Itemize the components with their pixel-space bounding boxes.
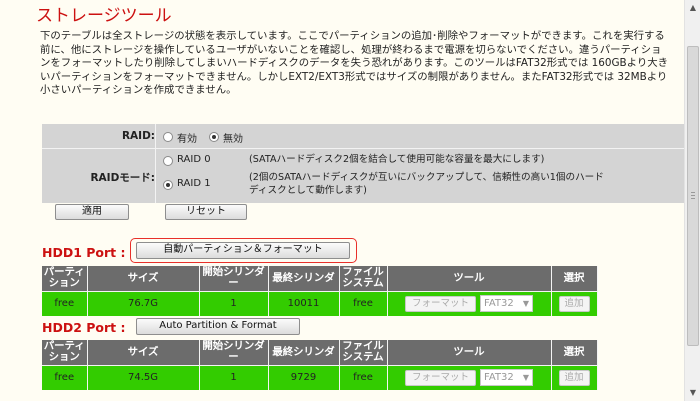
- format-button[interactable]: フォーマット: [405, 295, 476, 312]
- hdd1-table: パーティション サイズ 開始シリンダー 最終シリンダ ファイルシステム ツール …: [42, 266, 598, 316]
- raid-disable-radio[interactable]: [209, 132, 219, 142]
- col-tools: ツール: [387, 340, 552, 365]
- col-end-cylinder: 最終シリンダ: [268, 266, 340, 291]
- scroll-down-icon[interactable]: ▼: [685, 385, 700, 401]
- filesystem-cell: free: [339, 290, 388, 316]
- add-button[interactable]: 追加: [558, 295, 590, 312]
- hdd2-header-row: パーティション サイズ 開始シリンダー 最終シリンダ ファイルシステム ツール …: [42, 340, 598, 365]
- partition-cell: free: [42, 290, 88, 316]
- table-row: free 74.5G 1 9729 free フォーマット FAT32 ▼ 追加: [42, 364, 598, 390]
- grip-line: [691, 195, 695, 196]
- raid0-radio[interactable]: [163, 156, 173, 166]
- tools-cell: フォーマット FAT32 ▼: [387, 364, 552, 390]
- apply-button[interactable]: 適用: [55, 204, 129, 220]
- hdd2-table: パーティション サイズ 開始シリンダー 最終シリンダ ファイルシステム ツール …: [42, 340, 598, 390]
- raid0-label: RAID 0: [177, 154, 211, 165]
- chevron-down-icon: ▼: [522, 299, 529, 309]
- table-row: free 76.7G 1 10011 free フォーマット FAT32 ▼ 追加: [42, 290, 598, 316]
- filesystem-select-value: FAT32: [484, 298, 514, 310]
- col-start-cylinder: 開始シリンダー: [199, 340, 269, 365]
- select-cell: 追加: [551, 290, 598, 316]
- filesystem-select[interactable]: FAT32 ▼: [480, 295, 533, 313]
- hdd1-port-label: HDD1 Port :: [42, 245, 126, 260]
- raid1-radio[interactable]: [163, 180, 173, 190]
- scroll-up-icon[interactable]: ▲: [685, 0, 700, 16]
- col-select: 選択: [551, 266, 598, 291]
- raid-label: RAID:: [121, 130, 155, 142]
- format-button[interactable]: フォーマット: [405, 369, 476, 386]
- hdd2-port-label: HDD2 Port :: [42, 320, 126, 335]
- size-cell: 74.5G: [87, 364, 200, 390]
- col-size: サイズ: [87, 266, 200, 291]
- raid-mode-label: RAIDモード:: [90, 172, 155, 184]
- page-title: ストレージツール: [36, 6, 172, 26]
- size-cell: 76.7G: [87, 290, 200, 316]
- raid-disable-label: 無効: [223, 134, 243, 145]
- col-partition: パーティション: [42, 340, 88, 365]
- col-start-cylinder: 開始シリンダー: [199, 266, 269, 291]
- grip-line: [691, 192, 695, 193]
- start-cylinder-cell: 1: [199, 364, 269, 390]
- col-filesystem: ファイルシステム: [339, 340, 388, 365]
- start-cylinder-cell: 1: [199, 290, 269, 316]
- reset-button[interactable]: リセット: [165, 204, 247, 220]
- filesystem-select-value: FAT32: [484, 372, 514, 384]
- col-size: サイズ: [87, 340, 200, 365]
- raid-enable-radio[interactable]: [163, 132, 173, 142]
- filesystem-select[interactable]: FAT32 ▼: [480, 369, 533, 387]
- raid1-label: RAID 1: [177, 178, 211, 189]
- end-cylinder-cell: 10011: [268, 290, 340, 316]
- tools-cell: フォーマット FAT32 ▼: [387, 290, 552, 316]
- raid0-description: (SATAハードディスク2個を結合して使用可能な容量を最大にします): [249, 154, 545, 165]
- col-select: 選択: [551, 340, 598, 365]
- end-cylinder-cell: 9729: [268, 364, 340, 390]
- hdd2-auto-partition-button[interactable]: Auto Partition & Format: [136, 318, 300, 335]
- grip-line: [691, 198, 695, 199]
- col-filesystem: ファイルシステム: [339, 266, 388, 291]
- hdd1-auto-partition-button[interactable]: 自動パーティション＆フォーマット: [136, 242, 350, 259]
- raid1-description: (2個のSATAハードディスクが互いにバックアップして、信頼性の高い1個のハード…: [249, 172, 604, 196]
- storage-tool-page: ストレージツール 下のテーブルは全ストレージの状態を表示しています。ここでパーテ…: [0, 0, 684, 401]
- raid-settings-panel: RAID: 有効 無効 RAIDモード: RAID 0 (SATAハードディスク…: [42, 124, 684, 203]
- vertical-scrollbar[interactable]: ▲ ▼: [684, 0, 700, 401]
- partition-cell: free: [42, 364, 88, 390]
- select-cell: 追加: [551, 364, 598, 390]
- col-end-cylinder: 最終シリンダ: [268, 340, 340, 365]
- col-partition: パーティション: [42, 266, 88, 291]
- page-description: 下のテーブルは全ストレージの状態を表示しています。ここでパーティションの追加･削…: [40, 30, 669, 96]
- hdd1-header-row: パーティション サイズ 開始シリンダー 最終シリンダ ファイルシステム ツール …: [42, 266, 598, 291]
- add-button[interactable]: 追加: [558, 369, 590, 386]
- filesystem-cell: free: [339, 364, 388, 390]
- raid-enable-label: 有効: [177, 134, 197, 145]
- col-tools: ツール: [387, 266, 552, 291]
- scrollbar-thumb[interactable]: [687, 46, 699, 346]
- chevron-down-icon: ▼: [522, 373, 529, 383]
